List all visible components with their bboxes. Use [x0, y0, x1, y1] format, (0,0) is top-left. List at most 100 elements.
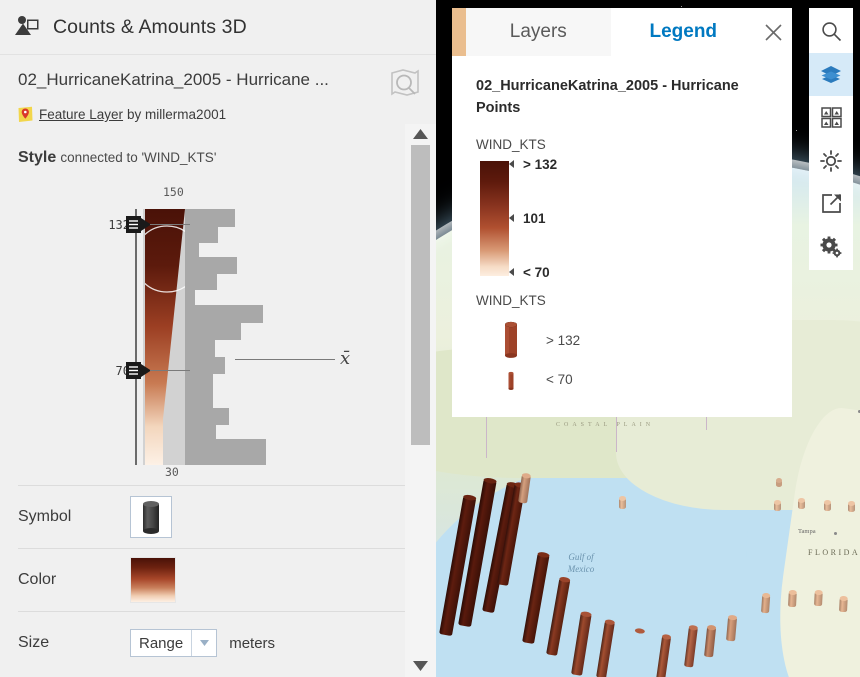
style-panel: Counts & Amounts 3D 02_HurricaneKatrina_…: [0, 0, 436, 677]
ramp-caret-icon: [509, 214, 514, 222]
panel-title: Counts & Amounts 3D: [53, 15, 247, 38]
histogram-bar: [185, 357, 225, 374]
chevron-down-icon[interactable]: [191, 630, 216, 656]
mean-leader-line: [235, 359, 335, 360]
layers-icon: [821, 65, 841, 83]
upper-slider-handle[interactable]: [126, 216, 152, 233]
legend-layer-title: 02_HurricaneKatrina_2005 - Hurricane Poi…: [476, 78, 739, 116]
color-ramp-swatch[interactable]: [130, 557, 176, 603]
hurricane-point-cylinder: [788, 589, 797, 608]
legend-body: 02_HurricaneKatrina_2005 - Hurricane Poi…: [452, 56, 792, 417]
legend-size-section: WIND_KTS > 132 < 70: [476, 293, 772, 391]
map-pin-icon: [18, 106, 33, 122]
histogram-slider[interactable]: 150 30 132 70 x̄: [0, 175, 400, 485]
legend-color-ramp-row: > 132 101 < 70: [476, 157, 772, 280]
city-label-tampa: Tampa: [798, 528, 816, 535]
cylinder-icon: [508, 371, 514, 390]
toolbar-search-button[interactable]: [809, 10, 853, 53]
legend-panel: Layers Legend 02_HurricaneKatrina_2005 -…: [452, 8, 792, 417]
legend-ramp-stop: > 132: [509, 157, 557, 172]
hurricane-point-cylinder: [774, 500, 781, 511]
scrollbar-thumb[interactable]: [411, 145, 430, 445]
histogram-bar: [185, 227, 218, 243]
histogram-bar: [185, 243, 199, 257]
legend-ramp-label: 101: [523, 210, 546, 226]
share-icon: [821, 193, 841, 213]
histogram-bars: [185, 209, 385, 465]
scroll-down-arrow-icon[interactable]: [413, 661, 428, 671]
symbol-picker-button[interactable]: [130, 496, 172, 538]
histogram-bar: [185, 391, 213, 408]
cylinder-icon: [505, 321, 517, 358]
size-type-value: Range: [139, 634, 184, 652]
cylinder-symbol-icon: [143, 501, 159, 534]
region-label-coastal-plain: COASTAL PLAIN: [556, 422, 655, 428]
layer-title: 02_HurricaneKatrina_2005 - Hurricane ...: [18, 70, 329, 89]
hurricane-point-cylinder: [761, 592, 771, 614]
legend-color-section: WIND_KTS > 132 101 < 70: [476, 136, 772, 280]
tab-legend[interactable]: Legend: [610, 8, 756, 56]
slider-track: [135, 209, 137, 465]
legend-tabbar: Layers Legend: [452, 8, 792, 56]
feature-layer-link[interactable]: Feature Layer: [39, 107, 123, 122]
symbol-row: Symbol: [18, 485, 418, 548]
size-type-select[interactable]: Range: [130, 629, 218, 657]
close-icon: [765, 23, 782, 41]
histogram-bar: [185, 323, 241, 340]
search-icon: [821, 22, 841, 42]
histogram-max-tick: 150: [163, 185, 184, 199]
histogram-bar: [185, 408, 229, 425]
style-panel-scrollbar[interactable]: [405, 124, 436, 677]
hurricane-point-cylinder: [848, 501, 855, 512]
legend-size-label: > 132: [546, 332, 581, 348]
lower-slider-handle[interactable]: [126, 362, 152, 379]
hurricane-point-cylinder: [824, 500, 831, 511]
tab-layers[interactable]: Layers: [465, 8, 611, 56]
legend-size-symbol-large: [476, 321, 546, 359]
histogram-bar: [185, 290, 195, 305]
upper-handle-value: 132: [108, 218, 130, 232]
style-label: Style: [18, 149, 57, 166]
lower-handle-value: 70: [115, 364, 130, 378]
city-dot: [834, 532, 837, 535]
zoom-to-layer-icon[interactable]: [388, 67, 422, 99]
legend-ramp-label: > 132: [523, 156, 558, 172]
histogram-bar: [185, 340, 215, 357]
toolbar-settings-button[interactable]: [809, 225, 853, 268]
histogram-bar: [185, 274, 217, 290]
lower-handle-leader: [150, 370, 190, 371]
size-row: Size Range meters: [18, 611, 418, 674]
size-row-label: Size: [18, 634, 50, 651]
hurricane-point-cylinder: [814, 589, 823, 607]
scene-toolbar: [809, 8, 853, 270]
hurricane-point-cylinder: [776, 478, 782, 487]
mean-symbol-label: x̄: [340, 348, 351, 369]
histogram-bar: [185, 374, 213, 391]
toolbar-basemap-button[interactable]: [809, 96, 853, 139]
state-label-florida: FLORIDA: [808, 548, 860, 557]
legend-size-label: < 70: [546, 371, 573, 387]
legend-size-symbol-small: [476, 371, 546, 391]
panel-header: Counts & Amounts 3D: [0, 0, 436, 55]
legend-size-field: WIND_KTS: [476, 292, 546, 308]
toolbar-daylight-button[interactable]: [809, 139, 853, 182]
scroll-up-arrow-icon[interactable]: [413, 129, 428, 139]
histogram-min-tick: 30: [165, 465, 179, 479]
legend-ramp-stop: < 70: [509, 265, 550, 280]
layer-info-block: 02_HurricaneKatrina_2005 - Hurricane ...…: [0, 55, 436, 123]
toolbar-share-button[interactable]: [809, 182, 853, 225]
layer-title-row: 02_HurricaneKatrina_2005 - Hurricane ...: [18, 69, 422, 99]
color-row-label: Color: [18, 571, 57, 588]
histogram-bar: [185, 257, 237, 274]
legend-color-field: WIND_KTS: [476, 136, 546, 152]
toolbar-layers-button[interactable]: [809, 53, 853, 96]
hurricane-point-cylinder: [798, 498, 805, 509]
legend-ramp-label: < 70: [523, 264, 550, 280]
histogram-bar: [185, 305, 263, 323]
settings-icon: [820, 236, 842, 257]
close-panel-button[interactable]: [755, 8, 792, 56]
counts-amounts-3d-icon: [15, 16, 39, 35]
symbol-row-label: Symbol: [18, 508, 72, 525]
legend-size-item: > 132: [476, 317, 772, 359]
layer-subtitle: Feature Layer by millerma2001: [18, 106, 422, 123]
